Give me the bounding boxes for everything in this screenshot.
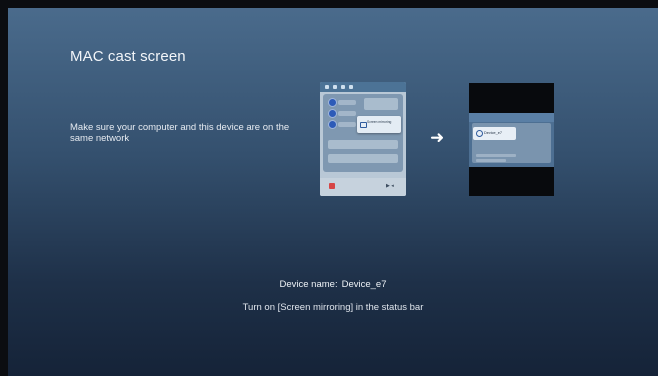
search-icon	[341, 85, 345, 89]
device-picker-illustration: Device_e7	[469, 83, 554, 196]
record-icon	[329, 183, 335, 189]
device-icon	[476, 130, 483, 137]
wifi-icon	[333, 85, 337, 89]
toggle-label	[338, 122, 356, 127]
mirroring-menu: Device_e7	[469, 113, 554, 167]
control-center-illustration: Screen mirroring ▶ ◂	[320, 82, 406, 196]
network-instruction: Make sure your computer and this device …	[70, 122, 290, 144]
page-title: MAC cast screen	[70, 48, 186, 65]
device-name-value: Device_e7	[341, 279, 387, 290]
device-name-label: Device name:	[279, 279, 338, 290]
device-item: Device_e7	[473, 127, 516, 140]
screen-mirroring-tile: Screen mirroring	[357, 116, 401, 133]
device-name: Device name: Device_e7	[8, 279, 658, 290]
play-icon: ▶ ◂	[386, 183, 394, 189]
menu-bar-icon	[325, 85, 329, 89]
list-item	[476, 154, 516, 157]
toggle-label	[338, 100, 356, 105]
control-center-icon	[349, 85, 353, 89]
focus-tile	[364, 98, 398, 110]
mirroring-hint: Turn on [Screen mirroring] in the status…	[242, 302, 424, 313]
screen-mirroring-icon	[360, 122, 367, 128]
now-playing-bar: ▶ ◂	[320, 178, 406, 196]
sound-slider	[328, 154, 398, 163]
menu-bar	[320, 82, 406, 92]
right-arrow-icon: ➜	[430, 128, 445, 147]
screen-mirroring-label: Screen mirroring	[367, 120, 392, 124]
airdrop-toggle-icon	[328, 120, 337, 129]
device-item-label: Device_e7	[484, 131, 502, 135]
control-center-panel	[323, 94, 403, 172]
toggle-label	[338, 111, 356, 116]
list-item	[476, 159, 506, 162]
display-slider	[328, 140, 398, 149]
bluetooth-toggle-icon	[328, 109, 337, 118]
cast-screen: MAC cast screen Make sure your computer …	[8, 8, 658, 376]
menu-bar	[469, 113, 554, 122]
wifi-toggle-icon	[328, 98, 337, 107]
